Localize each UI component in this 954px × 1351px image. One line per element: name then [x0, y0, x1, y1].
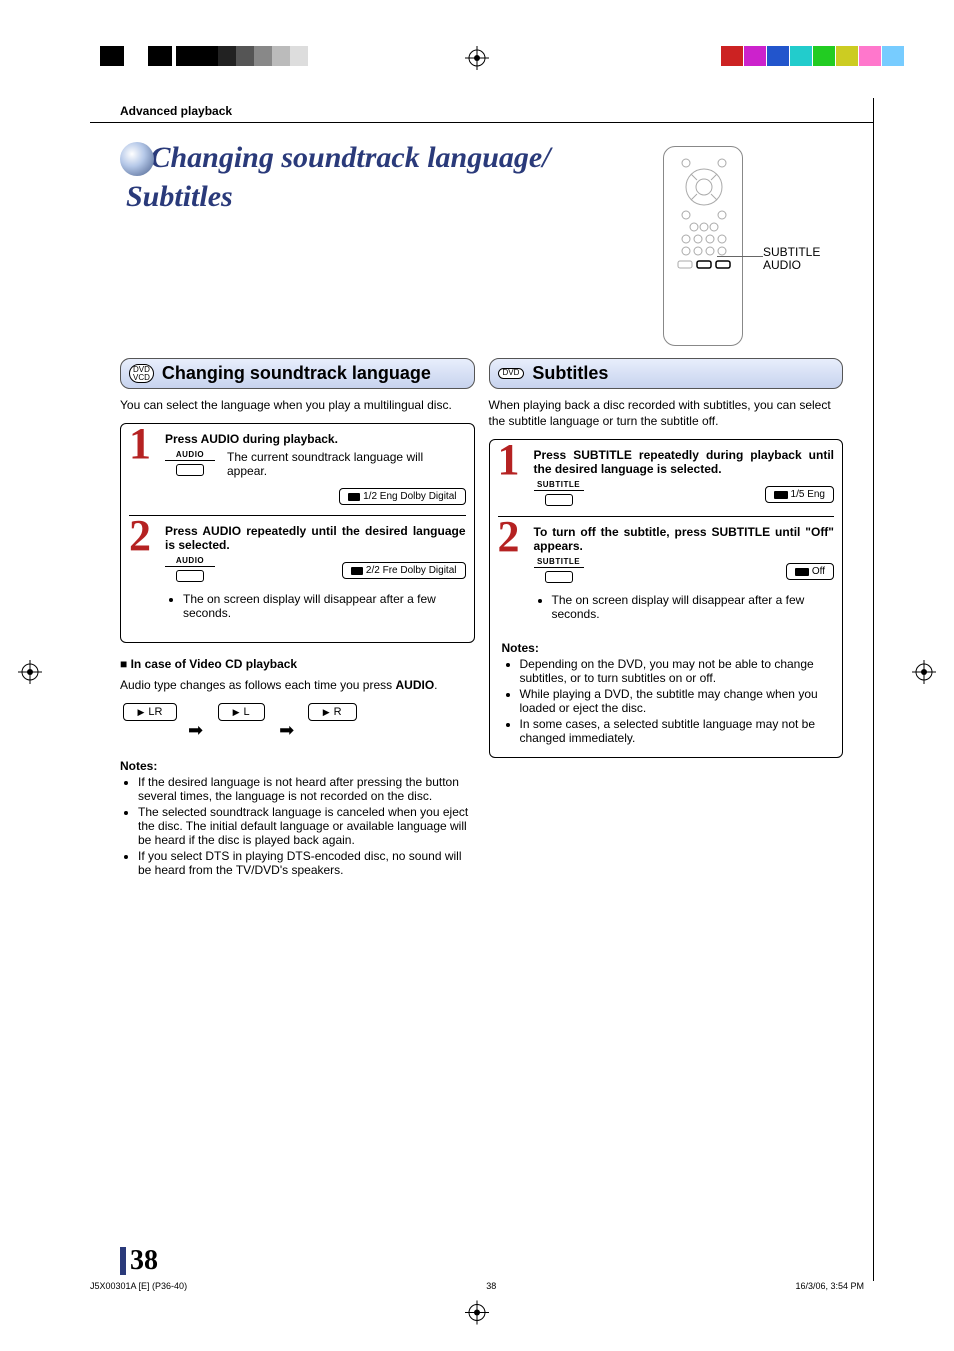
osd-display: 1/2 Eng Dolby Digital	[339, 488, 465, 505]
registration-mark-top	[465, 46, 489, 70]
note-item: While playing a DVD, the subtitle may ch…	[520, 687, 831, 715]
notes-audio: Notes: If the desired language is not he…	[120, 759, 475, 877]
intro-subtitles: When playing back a disc recorded with s…	[489, 397, 844, 429]
remote-icon	[664, 147, 744, 347]
step-note: The on screen display will disappear aft…	[552, 593, 835, 621]
remote-illustration: SUBTITLE AUDIO	[663, 146, 813, 346]
registration-mark-right	[912, 660, 936, 684]
page-title-line1: Changing soundtrack language/	[150, 141, 550, 174]
page-content: Advanced playback Changing soundtrack la…	[90, 98, 874, 1281]
steps-subtitles: 1 Press SUBTITLE repeatedly during playb…	[489, 439, 844, 758]
disc-badge-dvd-vcd: DVDVCD	[129, 364, 154, 382]
registration-mark-left	[18, 660, 42, 684]
audio-sequence: ▶LR ➡ ▶L ➡ ▶R	[120, 703, 475, 741]
subtitle-button-icon: SUBTITLE	[534, 557, 584, 583]
disc-badge-dvd: DVD	[498, 368, 525, 379]
notes-subtitles: Notes: Depending on the DVD, you may not…	[498, 633, 835, 745]
step-title: Press SUBTITLE repeatedly during playbac…	[534, 448, 835, 476]
column-subtitles: DVD Subtitles When playing back a disc r…	[489, 358, 844, 879]
footer-timestamp: 16/3/06, 3:54 PM	[795, 1281, 864, 1291]
footer-page: 38	[486, 1281, 496, 1291]
column-audio: DVDVCD Changing soundtrack language You …	[120, 358, 475, 879]
osd-display: 2/2 Fre Dolby Digital	[342, 562, 466, 579]
note-item: Depending on the DVD, you may not be abl…	[520, 657, 831, 685]
subtitle-button-icon: SUBTITLE	[534, 480, 584, 506]
audio-button-icon: AUDIO	[165, 450, 215, 476]
note-item: If you select DTS in playing DTS-encoded…	[138, 849, 475, 877]
note-item: If the desired language is not heard aft…	[138, 775, 475, 803]
vcd-desc: Audio type changes as follows each time …	[120, 677, 475, 693]
step-title: Press AUDIO repeatedly until the desired…	[165, 524, 466, 552]
step-number: 1	[498, 438, 520, 482]
footer-meta: J5X00301A [E] (P36-40) 38 16/3/06, 3:54 …	[90, 1281, 864, 1291]
arrow-right-icon: ➡	[188, 720, 203, 741]
osd-display: 1/5 Eng	[765, 486, 834, 503]
title-ornament-icon	[120, 142, 154, 176]
heading-audio: Changing soundtrack language	[162, 363, 431, 384]
vcd-subhead: In case of Video CD playback	[120, 657, 475, 671]
intro-audio: You can select the language when you pla…	[120, 397, 475, 413]
page-title-line2: Subtitles	[126, 180, 233, 213]
step-title: To turn off the subtitle, press SUBTITLE…	[534, 525, 835, 553]
footer-file: J5X00301A [E] (P36-40)	[90, 1281, 187, 1291]
note-item: In some cases, a selected subtitle langu…	[520, 717, 831, 745]
step-title: Press AUDIO during playback.	[165, 432, 466, 446]
remote-label-audio: AUDIO	[763, 259, 820, 272]
heading-subtitles: Subtitles	[532, 363, 608, 384]
page-number: 38	[120, 1247, 158, 1275]
step-number: 1	[129, 422, 151, 466]
step-note: The on screen display will disappear aft…	[183, 592, 466, 620]
step-number: 2	[498, 515, 520, 559]
arrow-right-icon: ➡	[279, 720, 294, 741]
registration-mark-bottom	[465, 1301, 489, 1330]
section-head-audio: DVDVCD Changing soundtrack language	[120, 358, 475, 389]
steps-audio: 1 Press AUDIO during playback. AUDIO The…	[120, 423, 475, 643]
section-header: Advanced playback	[90, 98, 873, 123]
step-desc: The current soundtrack language will app…	[227, 450, 423, 478]
audio-button-icon: AUDIO	[165, 556, 215, 582]
section-head-subtitles: DVD Subtitles	[489, 358, 844, 389]
osd-display: Off	[786, 563, 834, 580]
step-number: 2	[129, 514, 151, 558]
note-item: The selected soundtrack language is canc…	[138, 805, 475, 847]
